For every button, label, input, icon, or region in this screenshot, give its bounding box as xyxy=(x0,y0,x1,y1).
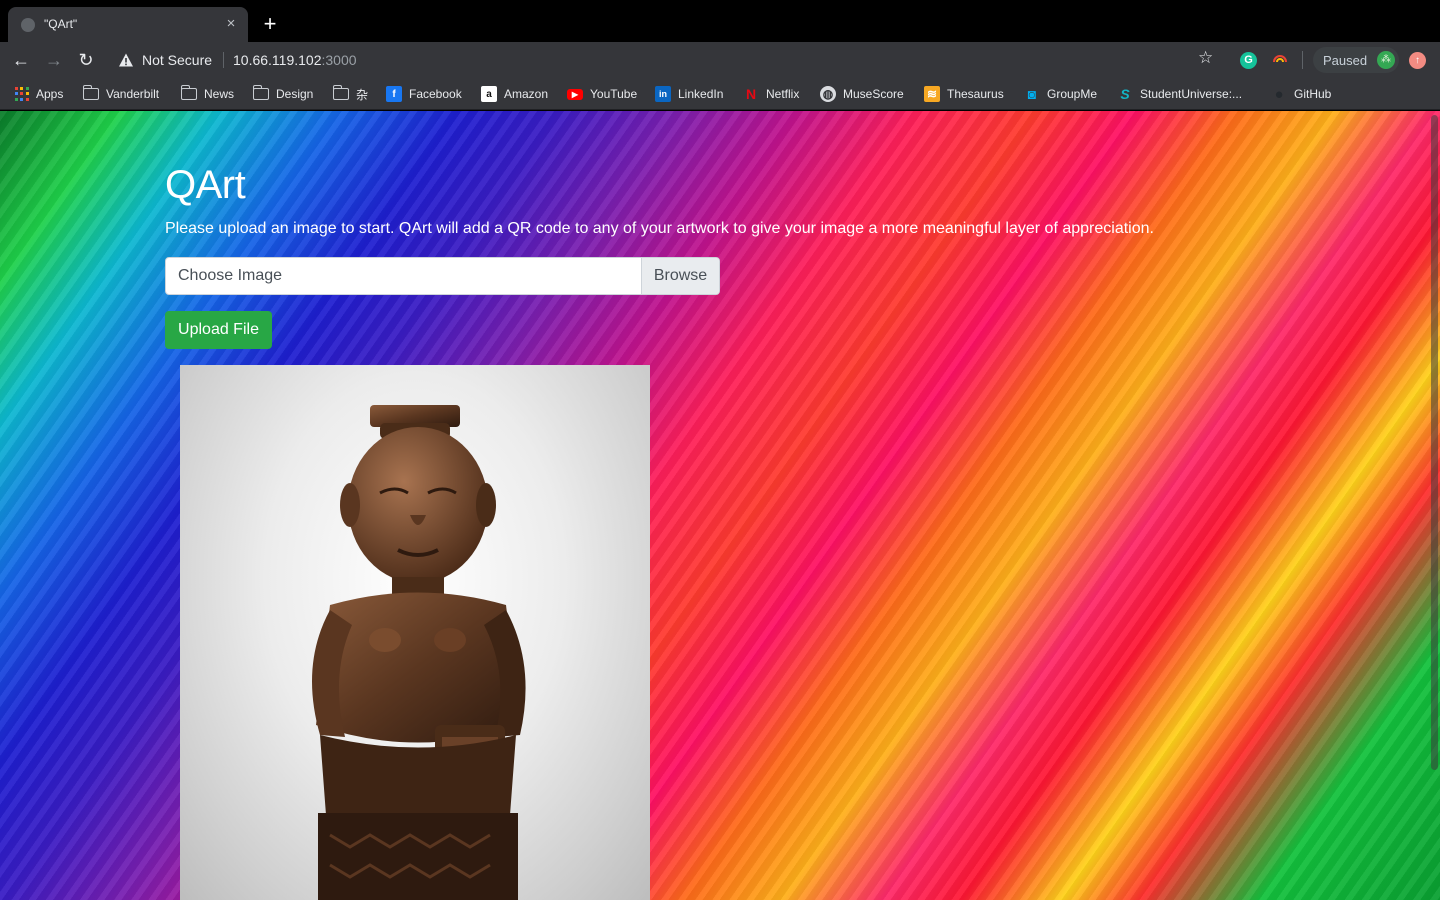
bookmark-folder-news[interactable]: News xyxy=(180,84,235,104)
url-text[interactable]: 10.66.119.102:3000 xyxy=(233,52,357,68)
bookmark-label: GroupMe xyxy=(1047,87,1098,101)
bookmark-folder-design[interactable]: Design xyxy=(252,84,314,104)
folder-icon xyxy=(252,85,269,100)
url-port: :3000 xyxy=(321,52,357,68)
statue-illustration xyxy=(312,405,526,900)
folder-icon xyxy=(180,85,197,100)
reload-button[interactable]: ↻ xyxy=(74,48,98,72)
bookmark-facebook[interactable]: f Facebook xyxy=(386,84,462,104)
close-icon[interactable]: × xyxy=(222,15,240,33)
security-label[interactable]: Not Secure xyxy=(142,52,212,68)
browser-toolbar: ← → ↻ Not Secure 10.66.119.102:3000 xyxy=(0,42,1440,78)
upload-file-button[interactable]: Upload File xyxy=(165,311,272,349)
back-button[interactable]: ← xyxy=(9,48,33,72)
tab-title: "QArt" xyxy=(44,17,78,31)
bookmark-label: StudentUniverse:... xyxy=(1140,87,1243,101)
page-title: QArt xyxy=(165,163,246,207)
avatar: ⁂ xyxy=(1377,51,1395,69)
url-host: 10.66.119.102 xyxy=(233,52,322,68)
update-icon[interactable]: ↑ xyxy=(1409,52,1426,69)
bookmark-apps[interactable]: Apps xyxy=(15,84,63,104)
bookmark-label: Apps xyxy=(36,87,64,101)
bookmark-linkedin[interactable]: in LinkedIn xyxy=(655,84,723,104)
tab-qart[interactable]: "QArt" × xyxy=(8,7,248,42)
bookmark-label: Amazon xyxy=(504,87,549,101)
tab-strip: "QArt" × + xyxy=(0,0,1440,42)
bookmark-label: MuseScore xyxy=(843,87,904,101)
globe-icon xyxy=(21,18,35,32)
youtube-icon: ▶ xyxy=(567,88,583,100)
profile-button[interactable]: Paused ⁂ xyxy=(1313,47,1399,73)
image-file-input[interactable]: Choose Image Browse xyxy=(165,257,720,295)
groupme-icon: ◙ xyxy=(1027,86,1037,102)
bookmark-label: Facebook xyxy=(409,87,462,101)
thesaurus-icon: ≋ xyxy=(924,86,940,102)
bookmark-netflix[interactable]: N Netflix xyxy=(743,84,799,104)
linkedin-icon: in xyxy=(655,86,671,102)
bookmark-label: YouTube xyxy=(590,87,638,101)
bookmark-label: LinkedIn xyxy=(678,87,724,101)
bookmark-label: GitHub xyxy=(1294,87,1332,101)
github-icon: ● xyxy=(1274,85,1284,103)
artwork-image xyxy=(180,365,650,900)
new-tab-button[interactable]: + xyxy=(258,12,282,36)
amazon-icon: a xyxy=(481,86,497,102)
address-bar[interactable]: Not Secure 10.66.119.102:3000 xyxy=(110,46,1230,74)
bookmark-github[interactable]: ● GitHub xyxy=(1271,84,1331,104)
bookmark-groupme[interactable]: ◙ GroupMe xyxy=(1024,84,1097,104)
omnibox-divider xyxy=(223,52,224,68)
bookmark-youtube[interactable]: ▶ YouTube xyxy=(567,84,637,104)
bookmark-label: News xyxy=(204,87,235,101)
bookmark-studentuniverse[interactable]: S StudentUniverse:... xyxy=(1117,84,1242,104)
bookmark-star-icon[interactable]: ☆ xyxy=(1198,48,1213,68)
profile-status: Paused xyxy=(1323,53,1368,68)
toolbar-divider xyxy=(1302,51,1303,69)
bookmark-label: Thesaurus xyxy=(947,87,1004,101)
folder-icon xyxy=(332,85,349,100)
globe-icon: ◍ xyxy=(820,86,836,102)
bookmark-label: Vanderbilt xyxy=(106,87,160,101)
grammarly-extension-icon[interactable]: G xyxy=(1240,52,1257,69)
bookmark-label: 杂 xyxy=(356,87,369,102)
netflix-icon: N xyxy=(745,86,757,102)
warning-icon xyxy=(119,53,133,67)
vertical-scrollbar[interactable] xyxy=(1431,115,1438,770)
bookmark-amazon[interactable]: a Amazon xyxy=(481,84,548,104)
folder-icon xyxy=(82,85,99,100)
bookmark-label: Design xyxy=(276,87,314,101)
bookmarks-bar: Apps Vanderbilt News Design 杂 f Facebook… xyxy=(0,78,1440,110)
forward-button[interactable]: → xyxy=(42,48,66,72)
studentuniverse-icon: S xyxy=(1120,86,1130,102)
bookmark-musescore[interactable]: ◍ MuseScore xyxy=(820,84,904,104)
browse-button[interactable]: Browse xyxy=(641,258,719,294)
bookmark-folder-misc[interactable]: 杂 xyxy=(332,84,369,104)
bookmark-folder-vanderbilt[interactable]: Vanderbilt xyxy=(82,84,160,104)
facebook-icon: f xyxy=(386,86,402,102)
file-input-placeholder: Choose Image xyxy=(178,267,283,284)
apps-grid-icon xyxy=(15,87,29,101)
page-viewport: QArt Please upload an image to start. QA… xyxy=(0,111,1440,900)
page-description: Please upload an image to start. QArt wi… xyxy=(165,220,1154,237)
bookmark-thesaurus[interactable]: ≋ Thesaurus xyxy=(924,84,1004,104)
bookmark-label: Netflix xyxy=(766,87,800,101)
rainbow-extension-icon[interactable] xyxy=(1272,53,1288,63)
